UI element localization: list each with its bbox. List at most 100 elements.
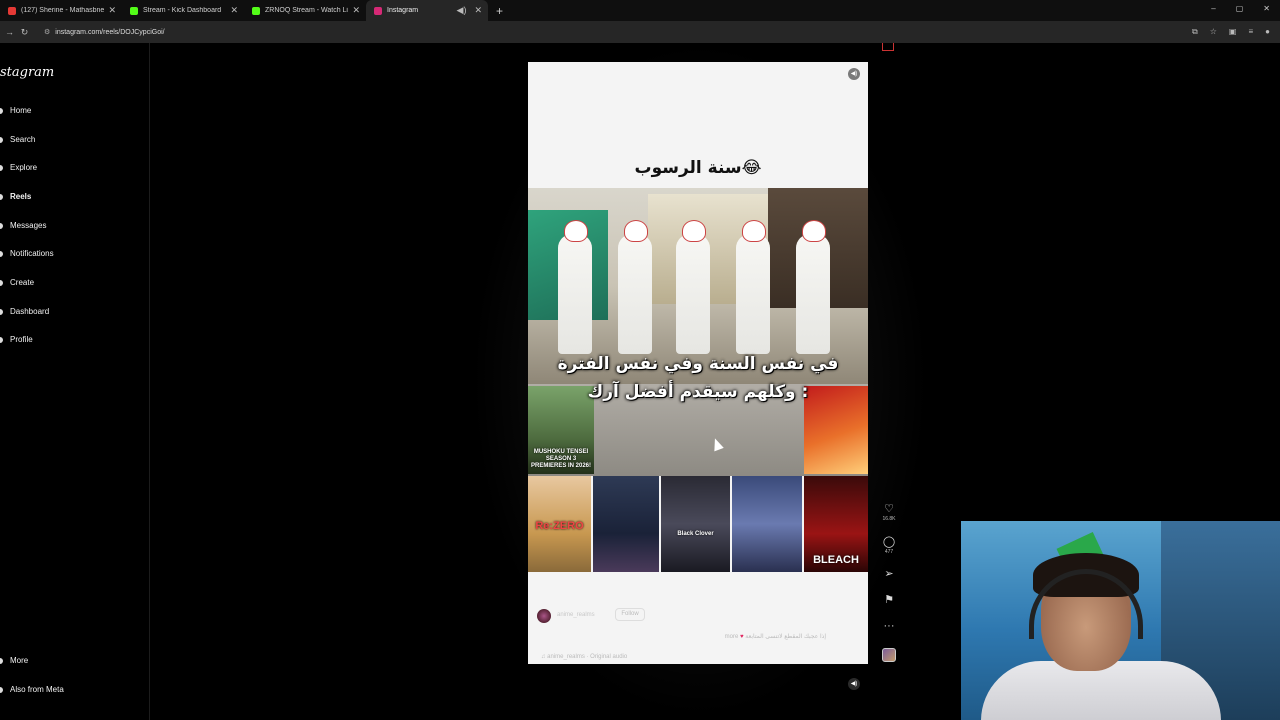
tab-label: Stream - Kick Dashboard — [143, 7, 222, 14]
home-icon — [0, 108, 3, 114]
tab-label: (127) Sherine - Mathasbnesh | ... — [21, 7, 105, 14]
browser-tab-kick-dashboard[interactable]: Stream - Kick Dashboard ✕ — [122, 0, 244, 21]
create-icon — [0, 280, 3, 286]
install-app-icon[interactable]: ⧉ — [1192, 27, 1198, 37]
sidebar-item-explore[interactable]: Explore — [10, 162, 37, 174]
site-info-icon[interactable]: ⚙ — [44, 28, 50, 36]
comment-count: 477 — [884, 549, 894, 555]
maximize-button[interactable]: ▢ — [1236, 4, 1244, 13]
sidebar-item-create[interactable]: Create — [10, 277, 34, 289]
poster-text: BLEACH — [813, 554, 859, 566]
speaker-icon[interactable]: ◀) — [848, 68, 860, 80]
reel-title-text: سنة الرسوب😂 — [634, 158, 762, 178]
scene-person — [796, 220, 830, 354]
scene-person — [676, 220, 710, 354]
tab-label: Instagram — [387, 7, 419, 14]
poster-text: Black Clover — [677, 531, 714, 537]
description-more-link[interactable]: more — [725, 634, 739, 640]
audio-thumbnail[interactable] — [882, 648, 896, 662]
scene-person — [618, 220, 652, 354]
more-dots-icon[interactable]: ··· — [878, 620, 900, 632]
streamer-webcam-overlay — [961, 521, 1280, 720]
browser-tab-youtube[interactable]: (127) Sherine - Mathasbnesh | ... ✕ — [0, 0, 122, 21]
youtube-favicon-icon — [8, 6, 16, 15]
sidebar-item-messages[interactable]: Messages — [10, 220, 46, 232]
share-icon[interactable]: ➢ — [878, 568, 900, 580]
poster-jujutsu — [593, 476, 659, 572]
heart-icon[interactable]: ♡ — [878, 503, 900, 515]
profile-avatar-icon[interactable]: ● — [1265, 27, 1270, 37]
new-tab-button[interactable]: + — [496, 4, 503, 18]
messages-icon — [0, 223, 3, 229]
save-action[interactable]: ⚑ — [878, 594, 900, 606]
author-username[interactable]: anime_realms — [557, 612, 595, 618]
window-controls: – ▢ ✕ — [1211, 4, 1270, 13]
sidebar-item-home[interactable]: Home — [10, 105, 31, 117]
profile-icon — [0, 337, 3, 343]
tab-close-icon[interactable]: ✕ — [352, 5, 360, 16]
url-field[interactable]: ⚙ instagram.com/reels/DOJCypciGoi/ — [44, 25, 165, 40]
address-bar-icons: ⧉ ☆ ▣ ≡ ● — [1192, 27, 1270, 37]
poster-text: MUSHOKU TENSEI SEASON 3 PREMIERES IN 202… — [530, 449, 592, 469]
tab-close-icon[interactable]: ✕ — [230, 5, 238, 16]
explore-icon — [0, 165, 3, 171]
comment-icon[interactable]: ◯ — [878, 536, 900, 548]
description-text: إذا عجبك المقطع لاتنسى المتابعة — [745, 634, 826, 640]
reload-icon[interactable]: ↻ — [19, 27, 30, 38]
kick-favicon-icon — [252, 6, 260, 15]
bookmark-icon[interactable]: ⚑ — [878, 594, 900, 606]
reels-icon — [0, 194, 3, 200]
like-count: 16.8K — [882, 516, 896, 522]
mute-toggle-icon[interactable]: ◀) — [848, 678, 860, 690]
tab-label: ZRNOQ Stream - Watch Live o... — [265, 7, 348, 14]
sidebar-item-search[interactable]: Search — [10, 134, 35, 146]
reel-info-footer: anime_realms Follow إذا عجبك المقطع لاتن… — [528, 572, 868, 664]
poster-my-hero — [732, 476, 802, 572]
media-control-icon[interactable]: ≡ — [1248, 27, 1253, 37]
forward-icon[interactable]: → — [4, 27, 15, 37]
poster-bleach: BLEACH — [804, 476, 868, 572]
tab-close-icon[interactable]: ✕ — [108, 5, 116, 16]
scene-person — [558, 220, 592, 354]
scene-person — [736, 220, 770, 354]
sidebar-item-reels[interactable]: Reels — [10, 191, 31, 203]
url-text: instagram.com/reels/DOJCypciGoi/ — [55, 28, 165, 36]
meta-icon — [0, 687, 3, 693]
browser-tab-instagram[interactable]: Instagram ◀) ✕ — [366, 0, 488, 21]
sidebar-item-also-from-meta[interactable]: Also from Meta — [10, 684, 64, 696]
poster-re-zero: Re:ZERO — [528, 476, 591, 572]
sidebar-item-notifications[interactable]: Notifications — [10, 248, 54, 260]
reel-caption-line-2: وكلهم سيقدم أفضل آرك : — [587, 382, 809, 402]
heart-emoji-icon: ♥ — [740, 634, 744, 640]
instagram-favicon-icon — [374, 6, 382, 15]
reel-caption-line-1: في نفس السنة وفي نفس الفترة — [557, 354, 839, 374]
dashboard-icon — [0, 309, 3, 315]
more-menu-icon — [0, 658, 3, 664]
follow-button[interactable]: Follow — [615, 608, 645, 621]
reel-video-player[interactable]: ◀) سنة الرسوب😂 MUSHOKU TENSEI SEASON 3 P… — [528, 62, 868, 664]
minimize-button[interactable]: – — [1211, 4, 1215, 13]
comment-action[interactable]: ◯ 477 — [878, 536, 900, 555]
share-action[interactable]: ➢ — [878, 568, 900, 580]
reel-description[interactable]: إذا عجبك المقطع لاتنسى المتابعة ♥ more — [725, 633, 826, 640]
instagram-sidebar: stagram Home Search Explore Reels Messag… — [0, 43, 150, 720]
close-window-button[interactable]: ✕ — [1263, 4, 1270, 13]
like-action[interactable]: ♡ 16.8K — [878, 503, 900, 522]
tab-close-icon[interactable]: ✕ — [474, 5, 482, 16]
sidebar-item-more[interactable]: More — [10, 655, 28, 667]
notifications-icon — [0, 251, 3, 257]
instagram-logo[interactable]: stagram — [0, 65, 54, 80]
kick-favicon-icon — [130, 6, 138, 15]
sidebar-item-profile[interactable]: Profile — [10, 334, 33, 346]
bookmark-star-icon[interactable]: ☆ — [1210, 27, 1217, 37]
tab-audio-icon[interactable]: ◀) — [457, 5, 467, 16]
sidebar-item-dashboard[interactable]: Dashboard — [10, 306, 49, 318]
more-options-action[interactable]: ··· — [878, 620, 900, 632]
poster-black-clover: Black Clover — [661, 476, 730, 572]
author-avatar[interactable] — [537, 609, 551, 623]
previous-reel-edge — [882, 43, 894, 51]
extensions-icon[interactable]: ▣ — [1229, 27, 1237, 37]
browser-tab-kick-stream[interactable]: ZRNOQ Stream - Watch Live o... ✕ — [244, 0, 366, 21]
reel-audio-link[interactable]: ♫ anime_realms · Original audio — [541, 654, 627, 660]
browser-tab-bar: (127) Sherine - Mathasbnesh | ... ✕ Stre… — [0, 0, 1280, 21]
